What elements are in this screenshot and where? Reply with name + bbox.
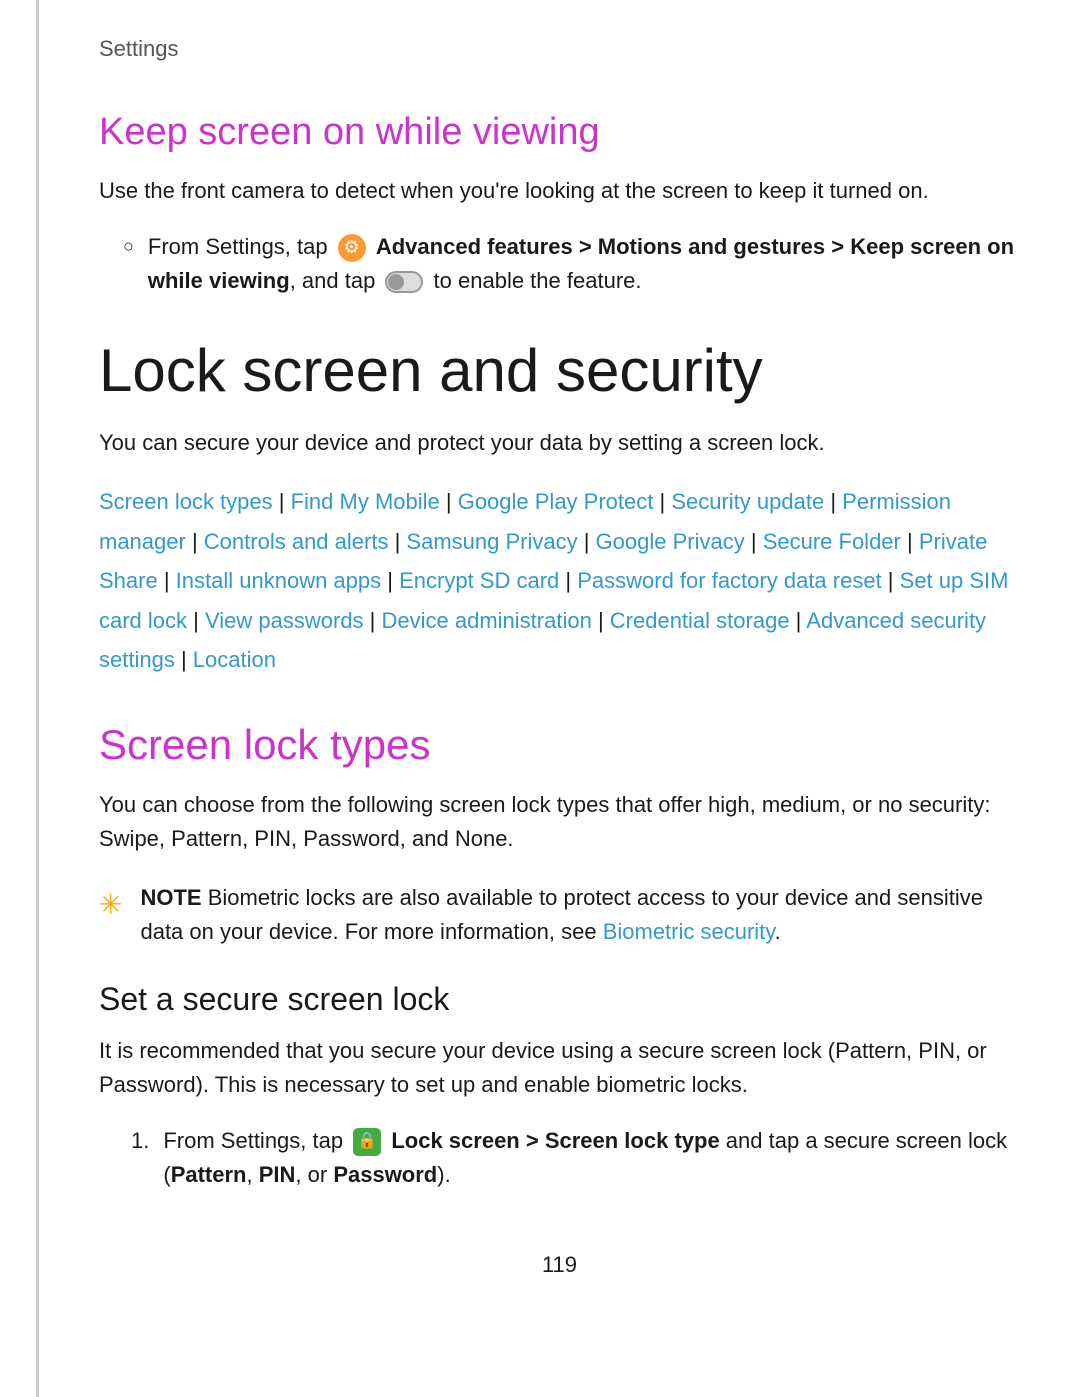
- link-samsung-privacy[interactable]: Samsung Privacy: [406, 529, 577, 554]
- note-block: ✳ NOTE Biometric locks are also availabl…: [99, 881, 1020, 949]
- link-location[interactable]: Location: [193, 647, 276, 672]
- keep-screen-bullet: ○ From Settings, tap Advanced features >…: [123, 230, 1020, 298]
- secure-lock-body: It is recommended that you secure your d…: [99, 1034, 1020, 1102]
- keep-screen-bold-text: Advanced features > Motions and gestures…: [148, 234, 1014, 293]
- link-view-passwords[interactable]: View passwords: [205, 608, 364, 633]
- link-controls-alerts[interactable]: Controls and alerts: [204, 529, 389, 554]
- secure-lock-heading: Set a secure screen lock: [99, 981, 1020, 1018]
- link-google-play-protect[interactable]: Google Play Protect: [458, 489, 654, 514]
- lock-screen-major-title: Lock screen and security: [99, 338, 1020, 404]
- gear-icon: [338, 234, 366, 262]
- screen-lock-types-title: Screen lock types: [99, 720, 1020, 770]
- step-1-text: From Settings, tap Lock screen > Screen …: [163, 1124, 1020, 1192]
- step-1-pin: PIN: [259, 1162, 296, 1187]
- link-secure-folder[interactable]: Secure Folder: [763, 529, 901, 554]
- screen-lock-types-body: You can choose from the following screen…: [99, 788, 1020, 856]
- link-device-admin[interactable]: Device administration: [382, 608, 592, 633]
- lock-icon: [353, 1128, 381, 1156]
- note-text: NOTE Biometric locks are also available …: [140, 881, 1020, 949]
- link-credential-storage[interactable]: Credential storage: [610, 608, 790, 633]
- link-password-factory[interactable]: Password for factory data reset: [577, 568, 881, 593]
- toggle-icon: [385, 271, 423, 293]
- links-block: Screen lock types | Find My Mobile | Goo…: [99, 482, 1020, 680]
- note-label: NOTE: [140, 885, 201, 910]
- step-1-password: Password: [333, 1162, 437, 1187]
- step-1-num: 1.: [131, 1124, 149, 1158]
- step-1: 1. From Settings, tap Lock screen > Scre…: [131, 1124, 1020, 1192]
- link-encrypt-sd[interactable]: Encrypt SD card: [399, 568, 559, 593]
- link-security-update[interactable]: Security update: [671, 489, 824, 514]
- link-google-privacy[interactable]: Google Privacy: [596, 529, 745, 554]
- keep-screen-title: Keep screen on while viewing: [99, 110, 1020, 156]
- keep-screen-body: Use the front camera to detect when you'…: [99, 174, 1020, 208]
- page-container: Settings Keep screen on while viewing Us…: [36, 0, 1080, 1397]
- link-find-my-mobile[interactable]: Find My Mobile: [291, 489, 440, 514]
- breadcrumb: Settings: [99, 36, 1020, 62]
- link-install-unknown[interactable]: Install unknown apps: [176, 568, 381, 593]
- step-1-pattern: Pattern: [171, 1162, 247, 1187]
- link-biometric-security[interactable]: Biometric security: [603, 919, 775, 944]
- link-screen-lock-types[interactable]: Screen lock types: [99, 489, 273, 514]
- bullet-circle-icon: ○: [123, 233, 134, 261]
- page-number: 119: [99, 1252, 1020, 1278]
- keep-screen-bullet-text: From Settings, tap Advanced features > M…: [148, 230, 1020, 298]
- step-1-bold1: Lock screen > Screen lock type: [391, 1128, 719, 1153]
- lock-screen-intro: You can secure your device and protect y…: [99, 426, 1020, 460]
- sun-icon: ✳: [99, 883, 122, 926]
